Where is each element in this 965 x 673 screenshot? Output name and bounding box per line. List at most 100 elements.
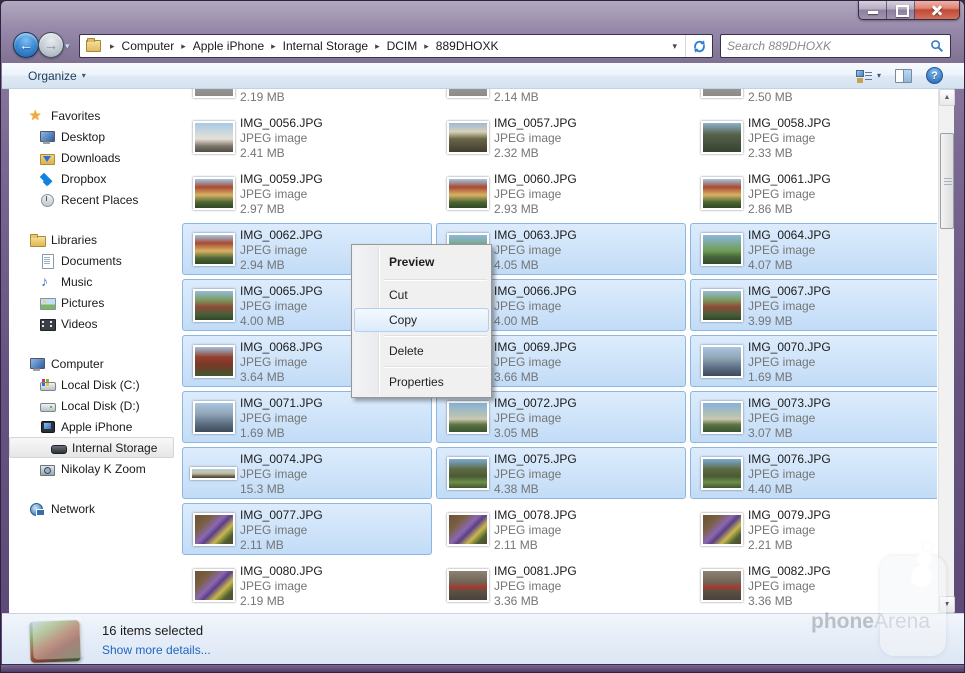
sidebar-item-network[interactable]: Network: [9, 498, 180, 519]
close-button[interactable]: [915, 1, 959, 19]
file-tile-img-0075-jpg[interactable]: IMG_0075.JPGJPEG image4.38 MB: [436, 447, 686, 499]
search-icon[interactable]: [930, 39, 944, 53]
breadcrumb-item-internal-storage[interactable]: Internal Storage: [281, 38, 370, 54]
file-size: 4.07 MB: [748, 258, 793, 272]
file-thumbnail: [701, 401, 743, 434]
menu-item-preview[interactable]: Preview: [354, 248, 489, 276]
file-thumbnail: [193, 569, 235, 602]
file-type: JPEG image: [494, 411, 561, 425]
computer-icon: [29, 356, 45, 372]
file-tile-img-0074-jpg[interactable]: IMG_0074.JPGJPEG image15.3 MB: [182, 447, 432, 499]
file-thumbnail: [193, 513, 235, 546]
organize-caret-icon: ▾: [82, 71, 86, 80]
file-type: JPEG image: [748, 243, 815, 257]
disk-icon: [39, 398, 55, 414]
phone-icon: [39, 419, 55, 435]
sidebar-item-internal-storage[interactable]: Internal Storage: [9, 437, 174, 458]
sidebar-item-music[interactable]: Music: [9, 271, 180, 292]
show-more-details-link[interactable]: Show more details...: [102, 643, 211, 657]
scroll-down-button[interactable]: ▼: [939, 596, 955, 613]
address-bar[interactable]: ▸Computer▸Apple iPhone▸Internal Storage▸…: [79, 34, 713, 58]
sidebar-item-local-disk-d[interactable]: Local Disk (D:): [9, 395, 180, 416]
file-name: IMG_0081.JPG: [494, 564, 577, 578]
refresh-button[interactable]: [686, 35, 712, 57]
sidebar-item-computer[interactable]: Computer: [9, 353, 180, 374]
file-thumbnail: [701, 289, 743, 322]
sidebar-item-local-disk-c[interactable]: Local Disk (C:): [9, 374, 180, 395]
sidebar-section-computer: ComputerLocal Disk (C:)Local Disk (D:)Ap…: [9, 353, 180, 479]
file-tile-img-0070-jpg[interactable]: IMG_0070.JPGJPEG image1.69 MB: [690, 335, 937, 387]
scrollbar-thumb[interactable]: [940, 133, 954, 229]
sidebar-item-desktop[interactable]: Desktop: [9, 126, 180, 147]
sidebar-item-pictures[interactable]: Pictures: [9, 292, 180, 313]
file-tile-img-0067-jpg[interactable]: IMG_0067.JPGJPEG image3.99 MB: [690, 279, 937, 331]
preview-pane-button[interactable]: [895, 69, 912, 83]
diskwin-icon: [39, 377, 55, 393]
restore-button[interactable]: [887, 1, 915, 19]
file-tile-img-0072-jpg[interactable]: IMG_0072.JPGJPEG image3.05 MB: [436, 391, 686, 443]
file-tile-img-0073-jpg[interactable]: IMG_0073.JPGJPEG image3.07 MB: [690, 391, 937, 443]
sidebar-item-label: Downloads: [61, 151, 120, 165]
sidebar-item-favorites[interactable]: Favorites: [9, 105, 180, 126]
help-button[interactable]: ?: [926, 67, 943, 84]
breadcrumb-separator-icon: ▸: [370, 41, 385, 52]
file-name: IMG_0076.JPG: [748, 452, 831, 466]
sidebar-item-nikolay-k-zoom[interactable]: Nikolay K Zoom: [9, 458, 180, 479]
recent-pages-caret-icon[interactable]: ▾: [65, 41, 70, 52]
menu-item-properties[interactable]: Properties: [354, 370, 489, 394]
file-thumbnail: [193, 121, 235, 154]
file-thumbnail: [701, 121, 743, 154]
file-tile-img-0080-jpg[interactable]: IMG_0080.JPGJPEG image2.19 MB: [182, 559, 432, 611]
file-name: IMG_0060.JPG: [494, 172, 577, 186]
file-tile-img-0064-jpg[interactable]: IMG_0064.JPGJPEG image4.07 MB: [690, 223, 937, 275]
file-name: IMG_0078.JPG: [494, 508, 577, 522]
file-thumbnail: [193, 401, 235, 434]
sidebar-item-apple-iphone[interactable]: Apple iPhone: [9, 416, 180, 437]
file-tile-img-0081-jpg[interactable]: IMG_0081.JPGJPEG image3.36 MB: [436, 559, 686, 611]
breadcrumb-item-computer[interactable]: Computer: [120, 38, 177, 54]
menu-item-cut[interactable]: Cut: [354, 283, 489, 307]
organize-button[interactable]: Organize ▾: [20, 66, 94, 86]
file-tile-img-0082-jpg[interactable]: IMG_0082.JPGJPEG image3.36 MB: [690, 559, 937, 611]
sidebar-item-videos[interactable]: Videos: [9, 313, 180, 334]
file-tile-img-0060-jpg[interactable]: IMG_0060.JPGJPEG image2.93 MB: [436, 167, 686, 219]
vertical-scrollbar[interactable]: ▲ ▼: [938, 89, 954, 613]
menu-item-copy[interactable]: Copy: [354, 308, 489, 332]
file-size: 2.14 MB: [494, 90, 539, 104]
sidebar-item-libraries[interactable]: Libraries: [9, 229, 180, 250]
file-tile-partial[interactable]: 2.50 MB: [690, 89, 937, 107]
scroll-up-button[interactable]: ▲: [939, 89, 955, 106]
back-button[interactable]: ←: [13, 32, 39, 58]
forward-button[interactable]: →: [38, 32, 64, 58]
sidebar-item-documents[interactable]: Documents: [9, 250, 180, 271]
address-bar-right: ▾: [664, 35, 712, 57]
file-tile-img-0076-jpg[interactable]: IMG_0076.JPGJPEG image4.40 MB: [690, 447, 937, 499]
change-view-button[interactable]: ▾: [856, 69, 881, 83]
sidebar-item-dropbox[interactable]: Dropbox: [9, 168, 180, 189]
file-tile-img-0077-jpg[interactable]: IMG_0077.JPGJPEG image2.11 MB: [182, 503, 432, 555]
file-tile-img-0056-jpg[interactable]: IMG_0056.JPGJPEG image2.41 MB: [182, 111, 432, 163]
breadcrumb-item-dcim[interactable]: DCIM: [385, 38, 420, 54]
file-tile-img-0071-jpg[interactable]: IMG_0071.JPGJPEG image1.69 MB: [182, 391, 432, 443]
menu-item-delete[interactable]: Delete: [354, 339, 489, 363]
sidebar-item-downloads[interactable]: Downloads: [9, 147, 180, 168]
search-input[interactable]: [721, 39, 930, 53]
sidebar-section-network: Network: [9, 498, 180, 519]
file-tile-img-0059-jpg[interactable]: IMG_0059.JPGJPEG image2.97 MB: [182, 167, 432, 219]
breadcrumb-item-apple-iphone[interactable]: Apple iPhone: [191, 38, 266, 54]
navigation-bar: ← → ▾ ▸Computer▸Apple iPhone▸Internal St…: [1, 29, 964, 63]
minimize-button[interactable]: [859, 1, 887, 19]
file-tile-img-0079-jpg[interactable]: IMG_0079.JPGJPEG image2.21 MB: [690, 503, 937, 555]
file-tile-partial[interactable]: 2.14 MB: [436, 89, 686, 107]
breadcrumb-item-889dhoxk[interactable]: 889DHOXK: [434, 38, 501, 54]
file-name: IMG_0063.JPG: [494, 228, 577, 242]
file-tile-img-0078-jpg[interactable]: IMG_0078.JPGJPEG image2.11 MB: [436, 503, 686, 555]
sidebar-item-recent-places[interactable]: Recent Places: [9, 189, 180, 210]
status-bar: 16 items selected Show more details...: [2, 613, 965, 666]
file-size: 3.07 MB: [748, 426, 793, 440]
file-tile-img-0057-jpg[interactable]: IMG_0057.JPGJPEG image2.32 MB: [436, 111, 686, 163]
file-tile-partial[interactable]: 2.19 MB: [182, 89, 432, 107]
file-tile-img-0058-jpg[interactable]: IMG_0058.JPGJPEG image2.33 MB: [690, 111, 937, 163]
file-tile-img-0061-jpg[interactable]: IMG_0061.JPGJPEG image2.86 MB: [690, 167, 937, 219]
address-dropdown-caret-icon[interactable]: ▾: [664, 41, 685, 52]
